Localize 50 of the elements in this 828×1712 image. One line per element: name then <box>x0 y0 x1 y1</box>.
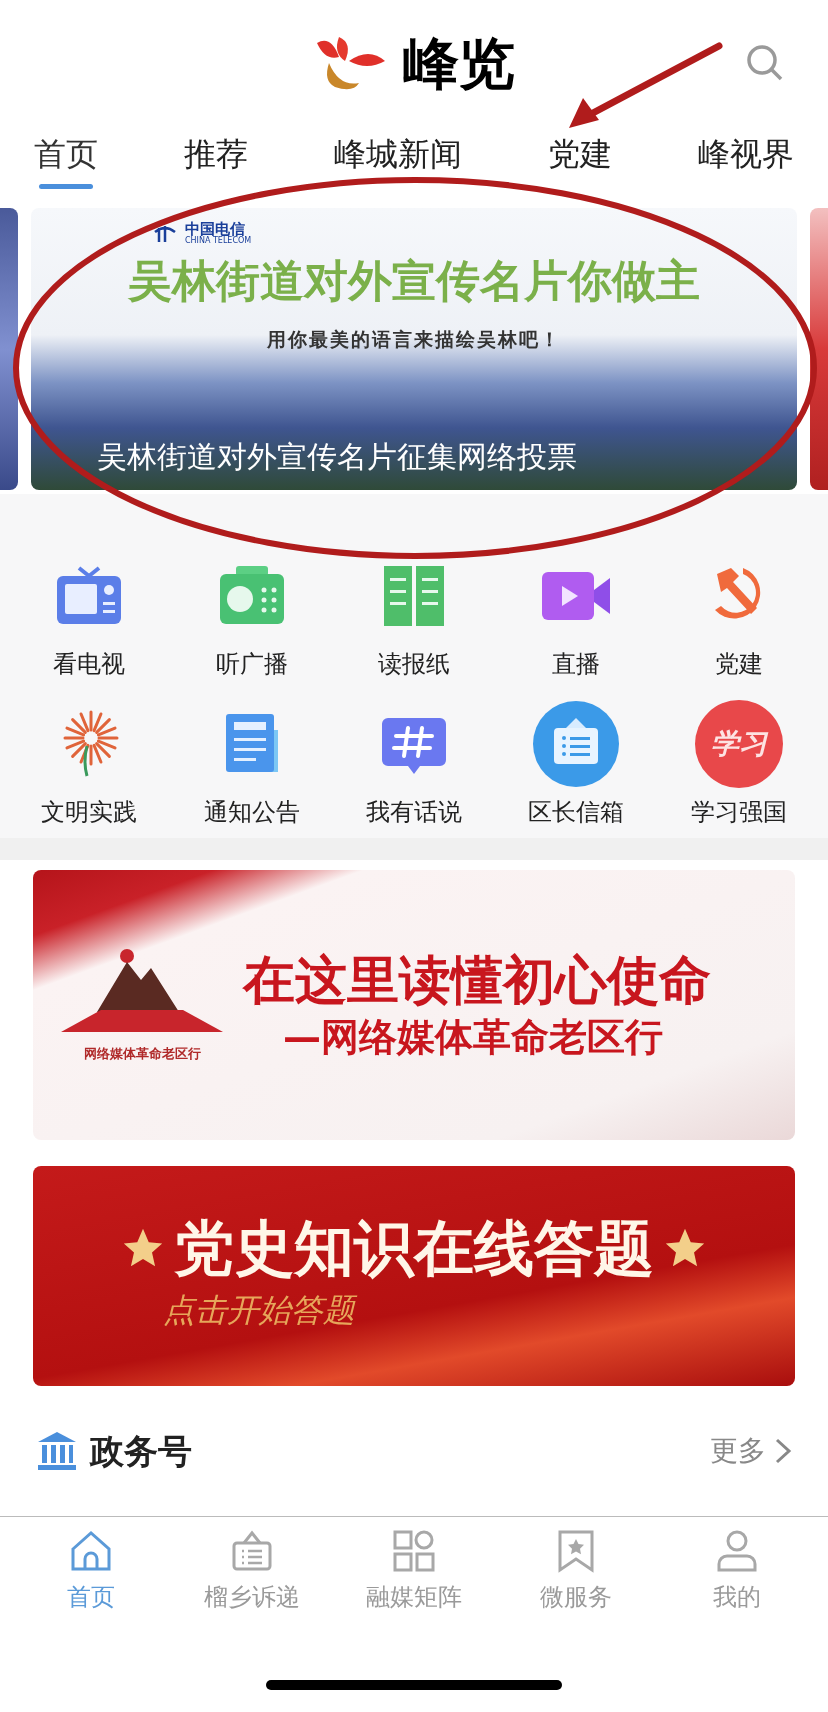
banner-title: 在这里读懂初心使命 <box>243 954 711 1006</box>
banner-title: 党史知识在线答题 <box>174 1218 654 1278</box>
grid-icon <box>392 1529 436 1573</box>
shortcut-label: 我有话说 <box>366 800 462 824</box>
shortcut-label: 区长信箱 <box>528 800 625 824</box>
shortcut-item[interactable]: 文明实践 <box>8 682 171 830</box>
category-tab[interactable]: 峰城新闻 <box>334 134 462 189</box>
shortcut-label: 通知公告 <box>203 800 300 824</box>
category-tab[interactable]: 峰视界 <box>698 134 794 189</box>
shortcut-item[interactable]: 看电视 <box>8 534 171 682</box>
category-tab[interactable]: 推荐 <box>184 134 248 189</box>
app-logo-text: 峰览 <box>402 29 516 98</box>
carousel-banner[interactable]: 中国电信 CHINA TELECOM 吴林街道对外宣传名片你做主 用你最美的语言来描绘吴林吧！ 吴林街道对外宣传名片征集网络投票 <box>31 208 797 490</box>
shortcut-item[interactable]: 听广播 <box>170 534 333 682</box>
shortcut-label: 看电视 <box>53 652 126 676</box>
sponsor-name-english: CHINA TELECOM <box>185 237 252 245</box>
sponsor-name: 中国电信 <box>185 222 246 237</box>
shortcut-item[interactable]: 区长信箱 <box>495 682 658 830</box>
logo-caption: 网络媒体革命老区行 <box>83 1045 201 1064</box>
shortcut-item[interactable]: 我有话说 <box>332 682 496 830</box>
banner-caption: 吴林街道对外宣传名片征集网络投票 <box>97 442 578 472</box>
mailbox-icon <box>532 700 621 788</box>
user-icon <box>715 1529 760 1573</box>
category-tab[interactable]: 党建 <box>548 134 612 189</box>
shortcut-label: 直播 <box>552 652 601 676</box>
shortcut-label: 听广播 <box>215 652 288 676</box>
shortcut-item[interactable]: 读报纸 <box>332 534 496 682</box>
shortcut-item[interactable]: 学习 学习强国 <box>657 682 820 830</box>
shortcut-label: 学习强国 <box>690 800 787 824</box>
telecom-logo-icon <box>153 223 177 244</box>
logo-text: 学习 <box>710 726 767 762</box>
banner-headline: 吴林街道对外宣传名片你做主 <box>128 259 700 303</box>
shortcut-item[interactable]: 通知公告 <box>170 682 333 830</box>
more-link[interactable]: 更多 <box>710 1430 792 1472</box>
mission-banner[interactable]: 网络媒体革命老区行 在这里读懂初心使命 —网络媒体革命老区行 <box>33 870 795 1140</box>
banner-subtitle: —网络媒体革命老区行 <box>282 1018 663 1056</box>
quiz-banner[interactable]: 党史知识在线答题 点击开始答题 <box>33 1166 795 1386</box>
signboard-icon <box>230 1529 275 1573</box>
shortcut-label: 党建 <box>714 652 763 676</box>
category-tab[interactable]: 首页 <box>34 134 98 189</box>
chevron-right-icon <box>774 1438 792 1464</box>
banner-tagline: 用你最美的语言来描绘吴林吧！ <box>267 327 561 352</box>
shortcut-item[interactable]: 党建 <box>657 534 820 682</box>
search-icon[interactable] <box>746 44 784 82</box>
government-building-icon <box>36 1430 78 1472</box>
banner-subtitle: 点击开始答题 <box>163 1290 355 1331</box>
section-title: 政务号 <box>90 1429 192 1473</box>
shortcut-item[interactable]: 直播 <box>495 534 658 682</box>
shortcut-label: 读报纸 <box>378 652 450 676</box>
shortcut-label: 文明实践 <box>41 800 138 824</box>
